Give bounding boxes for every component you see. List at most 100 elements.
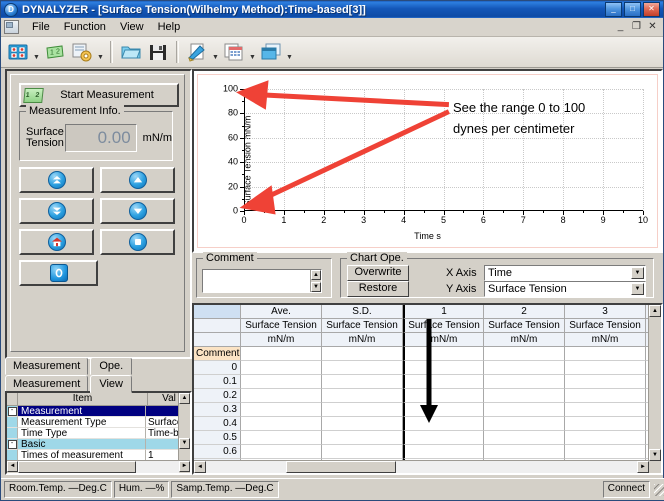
comment-scrollbar[interactable]: ▲ ▼ [310,270,321,292]
x-axis-dropdown-icon[interactable]: ▼ [631,267,644,279]
grid-cell[interactable] [565,347,646,361]
grid-scroll-right-icon[interactable]: ► [637,461,649,473]
menu-function[interactable]: Function [57,19,113,35]
comment-scroll-down-icon[interactable]: ▼ [311,282,321,292]
stage-down-fast-button[interactable] [19,198,94,224]
grid-corner-cell[interactable] [194,305,241,319]
grid-cell[interactable] [484,389,565,403]
grid-scroll-down-icon[interactable]: ▼ [649,449,661,461]
scroll-left-icon[interactable]: ◄ [7,461,18,472]
property-row-time-type[interactable]: Time Type Time-ba [7,428,190,439]
grid-scroll-left-icon[interactable]: ◄ [194,461,206,473]
x-axis-select[interactable]: Time ▼ [484,265,646,281]
grid-cell[interactable] [565,445,646,459]
grid-col-header-1[interactable]: 1 [403,305,484,319]
minimize-button[interactable]: _ [605,2,622,17]
grid-cell[interactable] [403,431,484,445]
grid-cell[interactable] [565,361,646,375]
tab-ope[interactable]: Ope. [90,357,132,375]
open-folder-icon[interactable] [118,39,144,65]
grid-cell[interactable] [403,361,484,375]
property-grid-horizontal-scrollbar[interactable]: ◄ ► [7,460,190,473]
grid-cell[interactable] [484,431,565,445]
save-floppy-icon[interactable] [145,39,171,65]
home-position-button[interactable] [19,229,94,255]
restore-button[interactable]: Restore [347,281,409,297]
grid-cell[interactable] [322,375,403,389]
grid-col-header-2[interactable]: 2 [484,305,565,319]
grid-cell[interactable] [322,417,403,431]
maximize-button[interactable]: □ [624,2,641,17]
stage-up-fast-button[interactable] [19,167,94,193]
grid-cell[interactable] [322,389,403,403]
table-row[interactable]: 0.6 [194,445,649,459]
window-arrange-dropdown-icon[interactable]: ▼ [285,37,294,68]
grid-cell[interactable] [484,347,565,361]
grid-cell[interactable] [403,445,484,459]
grid-cell[interactable] [484,403,565,417]
mdi-restore-button[interactable]: ❐ [630,21,643,33]
mdi-close-button[interactable]: ✕ [646,21,659,33]
grid-cell[interactable] [484,417,565,431]
settings-dropdown-icon[interactable]: ▼ [96,37,105,68]
grid-cell[interactable] [322,361,403,375]
grid-cell[interactable] [241,347,322,361]
grid-hscroll-thumb[interactable] [286,461,396,473]
new-measurement-icon[interactable]: 1 2 [42,39,68,65]
scroll-up-icon[interactable]: ▲ [179,393,190,404]
document-window-icon[interactable] [4,20,19,34]
comment-input[interactable]: ▲ ▼ [202,269,322,293]
grid-vertical-scrollbar[interactable]: ▲ ▼ [648,305,661,461]
mdi-minimize-button[interactable]: _ [614,21,627,33]
grid-col-header-ave[interactable]: Ave. [241,305,322,319]
grid-cell[interactable] [403,417,484,431]
edit-pencil-icon[interactable] [184,39,210,65]
y-axis-select[interactable]: Surface Tension ▼ [484,281,646,297]
property-row-basic[interactable]: - Basic [7,439,190,450]
grid-cell[interactable] [322,431,403,445]
grid-col-header-3[interactable]: 3 [565,305,646,319]
start-measurement-button[interactable]: 1 2 Start Measurement [19,83,179,107]
measurement-setup-dropdown-icon[interactable]: ▼ [32,37,41,68]
y-axis-dropdown-icon[interactable]: ▼ [631,283,644,295]
grid-cell[interactable] [565,375,646,389]
report-dropdown-icon[interactable]: ▼ [248,37,257,68]
comment-scroll-up-icon[interactable]: ▲ [311,270,321,280]
grid-cell[interactable] [241,431,322,445]
grid-cell[interactable] [565,389,646,403]
edit-dropdown-icon[interactable]: ▼ [211,37,220,68]
grid-col-header-sd[interactable]: S.D. [322,305,403,319]
property-row-measurement-type[interactable]: Measurement Type Surface [7,417,190,428]
menu-file[interactable]: File [25,19,57,35]
settings-gear-icon[interactable] [69,39,95,65]
grid-cell[interactable] [241,361,322,375]
grid-cell[interactable] [241,389,322,403]
tab-view[interactable]: View [90,375,132,393]
menu-view[interactable]: View [113,19,151,35]
zero-reset-button[interactable] [19,260,98,286]
property-expander-cell[interactable]: - [7,406,18,417]
grid-cell[interactable] [565,403,646,417]
resize-grip-icon[interactable] [654,484,664,496]
grid-cell[interactable] [322,403,403,417]
grid-cell[interactable] [241,375,322,389]
grid-cell[interactable] [322,347,403,361]
grid-cell[interactable] [484,375,565,389]
grid-cell[interactable] [403,389,484,403]
grid-cell[interactable] [565,431,646,445]
property-grid-vertical-scrollbar[interactable]: ▲ ▼ [178,393,190,461]
report-calendar-icon[interactable] [221,39,247,65]
window-arrange-icon[interactable] [258,39,284,65]
grid-cell[interactable] [241,403,322,417]
table-row[interactable]: 0.5 [194,431,649,445]
grid-cell[interactable] [484,445,565,459]
scroll-right-icon[interactable]: ► [179,461,190,472]
property-expander-cell[interactable]: - [7,439,18,450]
overwrite-button[interactable]: Overwrite [347,265,409,281]
measurement-setup-icon[interactable] [5,39,31,65]
menu-help[interactable]: Help [151,19,188,35]
tab-measurement-1[interactable]: Measurement [5,357,88,375]
property-row-measurement[interactable]: - Measurement [7,406,190,417]
grid-cell[interactable] [403,375,484,389]
scroll-down-icon[interactable]: ▼ [179,438,190,449]
